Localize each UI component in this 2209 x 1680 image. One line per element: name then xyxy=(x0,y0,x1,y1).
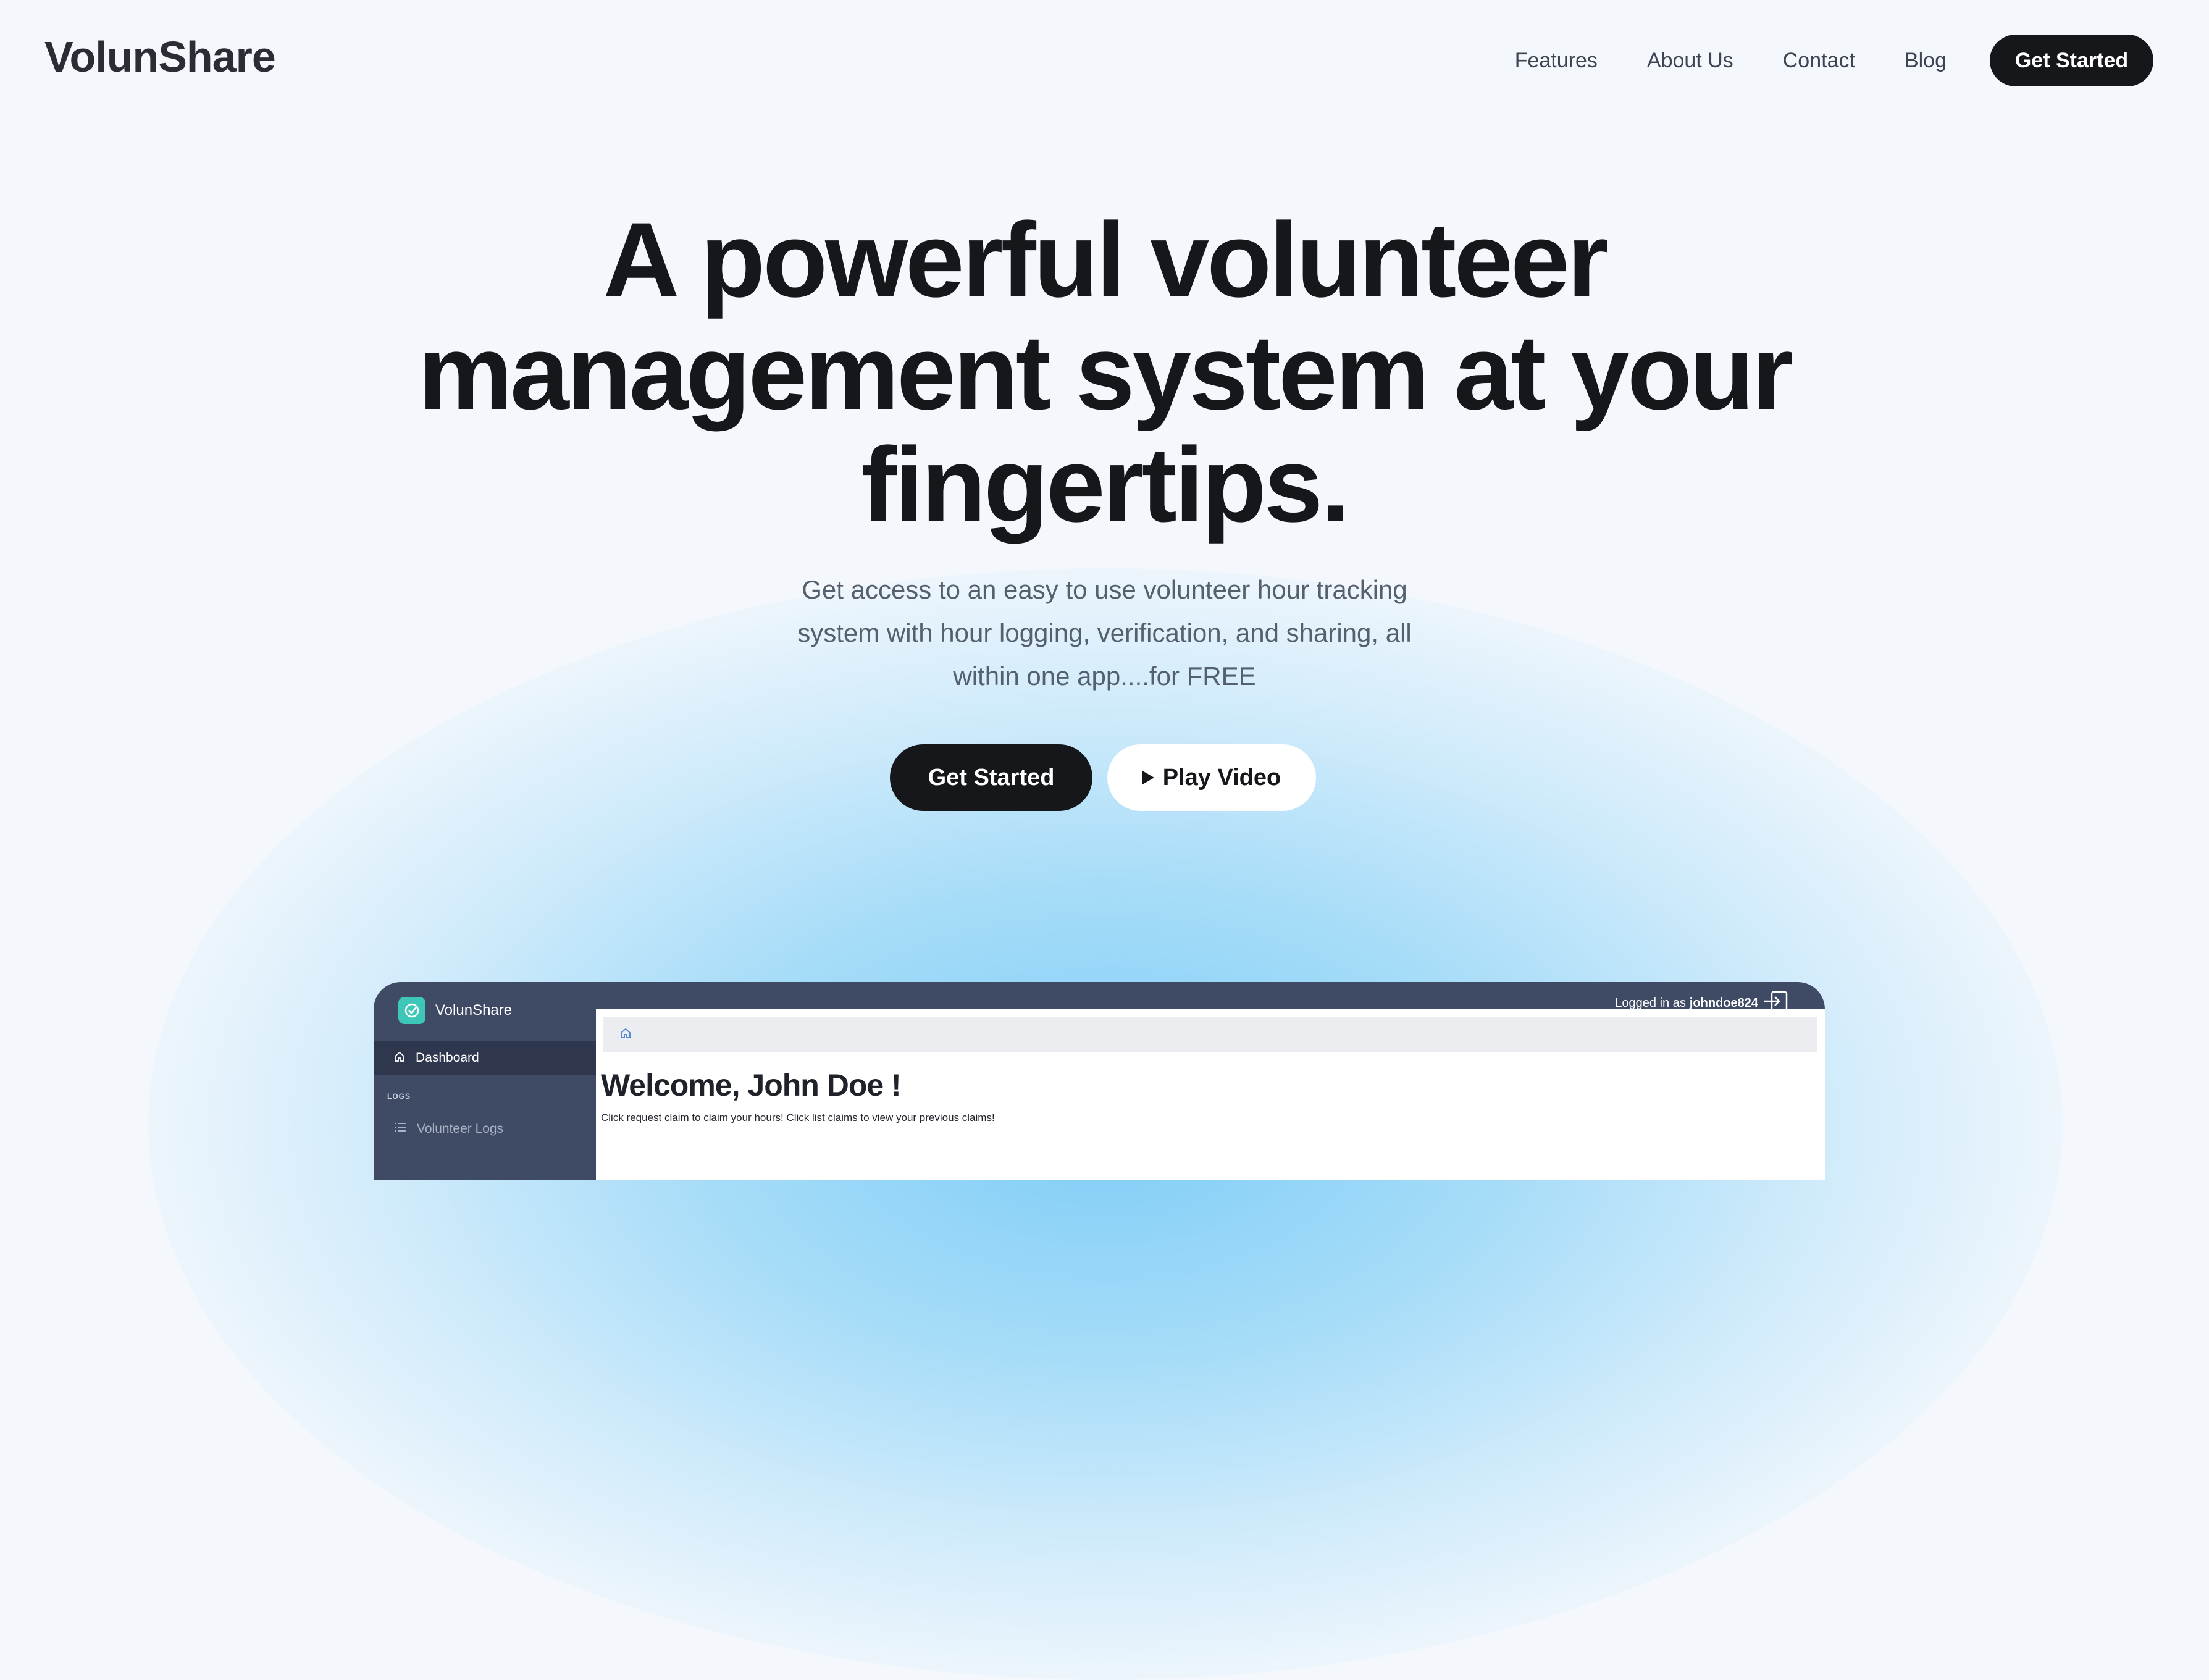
app-preview: VolunShare Dashboard LOGS Volunteer Logs… xyxy=(374,982,1825,1180)
preview-sidebar: VolunShare Dashboard LOGS Volunteer Logs xyxy=(374,982,596,1180)
hero-title-line: A powerful volunteer xyxy=(603,201,1608,319)
breadcrumb xyxy=(603,1017,1817,1052)
preview-brand: VolunShare xyxy=(398,997,512,1024)
welcome-heading: Welcome, John Doe ! xyxy=(601,1068,902,1102)
home-icon[interactable] xyxy=(619,1027,632,1043)
hero-get-started-label: Get Started xyxy=(928,764,1055,791)
hero-subtitle-line: Get access to an easy to use volunteer h… xyxy=(802,575,1407,604)
home-icon xyxy=(393,1051,406,1066)
preview-brand-text: VolunShare xyxy=(435,1002,513,1018)
hero-title-line: fingertips. xyxy=(861,426,1350,544)
logged-in-username: johndoe824 xyxy=(1689,996,1758,1010)
sidebar-item-label: Volunteer Logs xyxy=(417,1121,504,1136)
sidebar-item-volunteer-logs[interactable]: Volunteer Logs xyxy=(393,1121,503,1136)
list-icon xyxy=(393,1121,407,1136)
play-video-button[interactable]: Play Video xyxy=(1107,744,1316,811)
preview-main-content: Welcome, John Doe ! Click request claim … xyxy=(596,1009,1825,1180)
hero-subtitle: Get access to an easy to use volunteer h… xyxy=(0,568,2209,698)
play-video-label: Play Video xyxy=(1162,764,1281,791)
nav-link-blog[interactable]: Blog xyxy=(1905,35,1947,86)
hero-get-started-button[interactable]: Get Started xyxy=(890,744,1092,811)
nav-link-features[interactable]: Features xyxy=(1515,35,1598,86)
hero-title-line: management system at your xyxy=(418,313,1793,432)
hero-title: A powerful volunteer management system a… xyxy=(0,204,2209,541)
sidebar-item-label: Dashboard xyxy=(416,1051,479,1065)
welcome-instructions: Click request claim to claim your hours!… xyxy=(601,1112,995,1124)
nav-link-contact[interactable]: Contact xyxy=(1783,35,1855,86)
sidebar-section-label: LOGS xyxy=(387,1092,411,1101)
hero-subtitle-line: within one app....for FREE xyxy=(953,662,1256,691)
nav-get-started-button[interactable]: Get Started xyxy=(1990,35,2153,86)
nav-link-about-us[interactable]: About Us xyxy=(1647,35,1733,86)
play-icon xyxy=(1142,771,1154,784)
brand-logo[interactable]: VolunShare xyxy=(44,32,276,82)
logged-in-prefix: Logged in as xyxy=(1615,996,1686,1010)
hero-subtitle-line: system with hour logging, verification, … xyxy=(797,618,1412,647)
check-logo-icon xyxy=(398,997,425,1024)
sidebar-item-dashboard[interactable]: Dashboard xyxy=(374,1041,596,1075)
top-nav: Features About Us Contact Blog Get Start… xyxy=(1465,35,2153,86)
